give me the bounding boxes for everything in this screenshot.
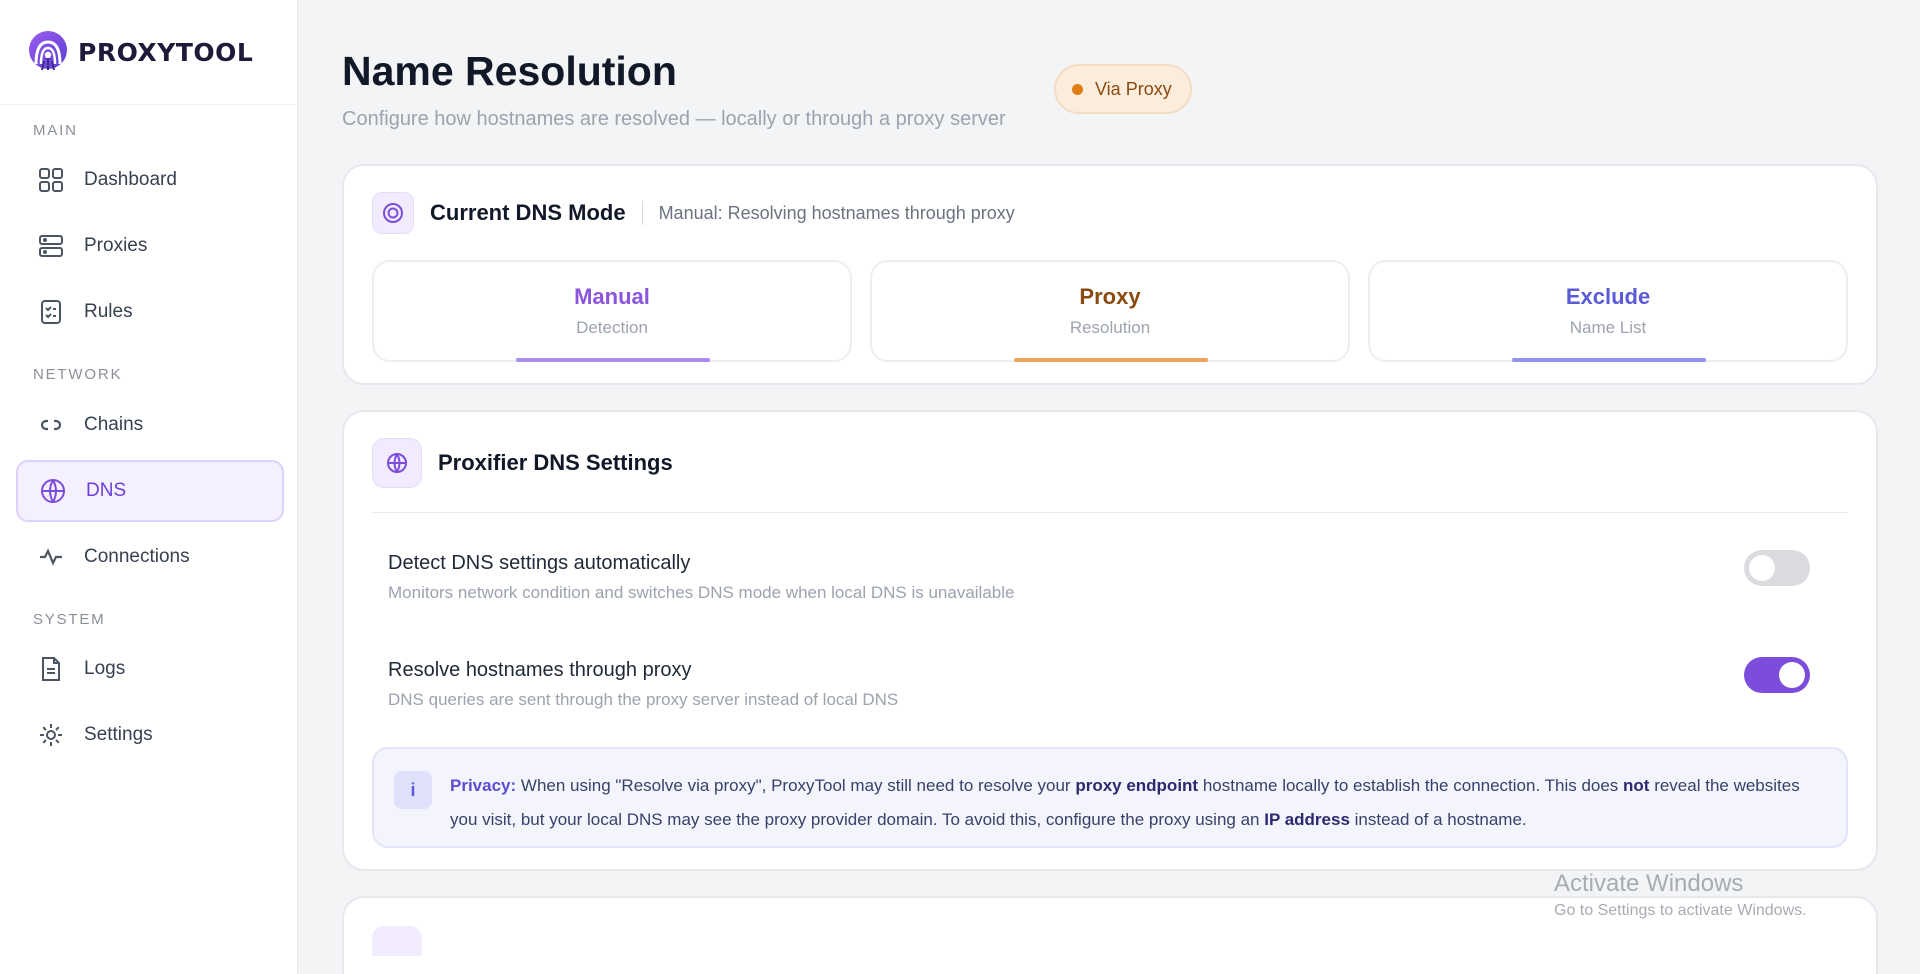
privacy-emphasis: proxy endpoint [1075,776,1199,795]
windows-activation-watermark: Activate Windows Go to Settings to activ… [1554,870,1807,920]
page-title: Name Resolution [342,48,677,94]
status-badge: Via Proxy [1054,64,1192,114]
mode-value: Proxy [1079,284,1141,309]
sidebar-item-dns[interactable]: DNS [16,460,284,522]
privacy-text-part: hostname locally to establish the connec… [1198,776,1624,795]
mode-value: Manual [574,284,650,309]
page-subtitle: Configure how hostnames are resolved — l… [342,108,1006,130]
sidebar-item-label: Rules [84,301,133,322]
privacy-lead: Privacy: [450,776,517,795]
sidebar-item-label: Dashboard [84,169,177,190]
mode-indicator-bar [516,358,710,362]
target-icon [372,192,414,234]
toggle-knob [1779,662,1805,688]
dns-settings-card: Proxifier DNS Settings Detect DNS settin… [342,410,1878,871]
section-label-main: MAIN [33,122,78,139]
server-icon [36,231,66,261]
mode-indicator-bar [1512,358,1706,362]
privacy-emphasis: IP address [1264,810,1350,829]
sidebar-item-label: Connections [84,546,190,567]
setting-description: DNS queries are sent through the proxy s… [388,690,899,709]
mode-indicator-bar [1014,358,1208,362]
sidebar: PROXYTOOL MAIN Dashboard Proxies Rules N… [0,0,298,974]
watermark-title: Activate Windows [1554,870,1744,897]
sidebar-item-label: Settings [84,724,153,745]
sidebar-item-label: Logs [84,658,126,679]
brand-name: PROXYTOOL [78,37,254,67]
header-divider [641,201,643,225]
setting-title: Detect DNS settings automatically [388,552,691,574]
section-label-system: SYSTEM [33,611,106,628]
section-label-network: NETWORK [33,366,123,383]
sidebar-item-label: Proxies [84,235,148,256]
privacy-text-part: instead of a hostname. [1349,810,1527,829]
dns-settings-title: Proxifier DNS Settings [438,450,673,475]
setting-description: Monitors network condition and switches … [388,583,1015,602]
privacy-text-part: When using "Resolve via proxy", ProxyToo… [516,776,1076,795]
dns-settings-header: Proxifier DNS Settings [372,438,673,488]
sidebar-item-logs[interactable]: Logs [16,638,284,700]
sidebar-item-rules[interactable]: Rules [16,281,284,343]
link-icon [36,410,66,440]
mode-label: Name List [1569,318,1647,337]
mode-manual: Manual Detection [372,260,852,362]
grid-icon [36,165,66,195]
mode-value: Exclude [1565,284,1651,309]
setting-title: Resolve hostnames through proxy [388,659,692,681]
mode-exclude: Exclude Name List [1368,260,1848,362]
brand[interactable]: PROXYTOOL [0,0,297,105]
status-dot [1072,83,1083,95]
mode-label: Resolution [1069,318,1151,337]
mode-proxy: Proxy Resolution [870,260,1350,362]
dns-mode-header: Current DNS Mode Manual: Resolving hostn… [372,192,1015,234]
globe-icon [38,476,68,506]
sidebar-item-dashboard[interactable]: Dashboard [16,149,284,211]
sidebar-item-label: Chains [84,414,144,435]
divider [372,512,1848,513]
privacy-emphasis: not [1623,776,1650,795]
sidebar-item-connections[interactable]: Connections [16,526,284,588]
mode-label: Detection [576,318,648,337]
toggle-knob [1749,555,1775,581]
gear-icon [36,720,66,750]
watermark-subtitle: Go to Settings to activate Windows. [1554,902,1807,919]
dns-mode-title: Current DNS Mode [430,200,626,225]
dns-mode-description: Manual: Resolving hostnames through prox… [658,202,1015,223]
sidebar-item-label: DNS [86,480,127,501]
info-icon: i [394,771,432,809]
status-badge-label: Via Proxy [1095,78,1172,99]
globe-icon [372,438,422,488]
document-icon [36,654,66,684]
checklist-icon [36,297,66,327]
dns-mode-card: Current DNS Mode Manual: Resolving hostn… [342,164,1878,385]
sidebar-item-chains[interactable]: Chains [16,394,284,456]
setting-detect-dns: Detect DNS settings automatically Monito… [388,550,1810,603]
setting-resolve-via-proxy: Resolve hostnames through proxy DNS quer… [388,657,1810,710]
detect-dns-toggle[interactable] [1744,550,1810,586]
privacy-text: Privacy: When using "Resolve via proxy",… [450,769,1822,837]
privacy-notice: i Privacy: When using "Resolve via proxy… [372,747,1848,848]
sidebar-item-settings[interactable]: Settings [16,704,284,766]
sidebar-item-proxies[interactable]: Proxies [16,215,284,277]
proxytool-logo [29,31,67,71]
activity-icon [36,542,66,572]
card-icon [372,926,422,956]
resolve-via-proxy-toggle[interactable] [1744,657,1810,693]
